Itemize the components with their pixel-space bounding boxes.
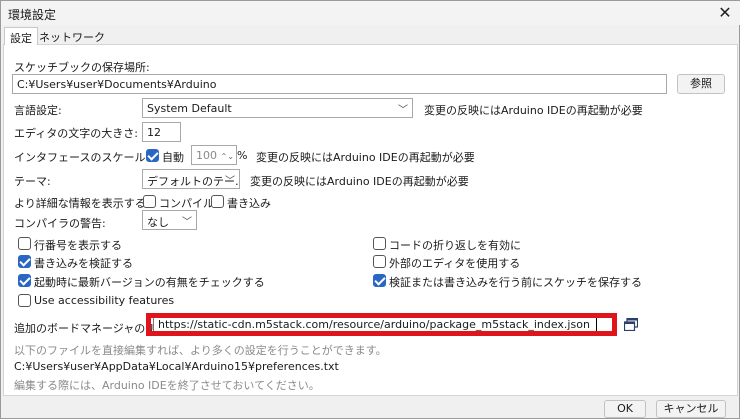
compiler-warnings-value: なし [147, 216, 169, 229]
ui-scale-label: インタフェースのスケール: [14, 151, 150, 164]
ok-button[interactable]: OK [604, 400, 646, 418]
open-window-icon[interactable] [624, 318, 638, 331]
spinner-arrows-icon[interactable]: ⌃⌄ [221, 152, 234, 161]
compiler-warnings-select[interactable]: なし ﹀ [142, 210, 197, 230]
accessibility-checkbox[interactable] [18, 294, 31, 307]
verify-upload-checkbox[interactable] [18, 255, 31, 268]
sketchbook-label: スケッチブックの保存場所: [14, 61, 150, 74]
direct-edit-hint: 以下のファイルを直接編集すれば、より多くの設定を行うことができます。 [14, 344, 387, 357]
external-editor-checkbox[interactable] [373, 255, 386, 268]
code-folding-checkbox[interactable] [373, 237, 386, 250]
language-value: System Default [147, 102, 232, 115]
browse-button[interactable]: 参照 [677, 74, 725, 94]
show-line-numbers-label: 行番号を表示する [34, 239, 122, 252]
ui-scale-percent-input[interactable]: 100 ⌃⌄ [191, 145, 237, 165]
external-editor-label: 外部のエディタを使用する [389, 257, 521, 270]
cancel-button[interactable]: キャンセル [656, 400, 726, 418]
verbose-label: より詳細な情報を表示する: [14, 197, 150, 210]
chevron-down-icon: ﹀ [225, 176, 235, 187]
title-bar: 環境設定 ✕ [1, 1, 740, 25]
compiler-warnings-label: コンパイラの警告: [14, 217, 106, 230]
ui-scale-percent-sign: % [237, 149, 248, 162]
ui-scale-percent-value: 100 [196, 149, 217, 162]
show-line-numbers-checkbox[interactable] [18, 237, 31, 250]
theme-label: テーマ: [14, 175, 51, 188]
accessibility-label: Use accessibility features [34, 294, 175, 307]
save-before-verify-label: 検証または書き込みを行う前にスケッチを保存する [389, 276, 642, 289]
language-restart-note: 変更の反映にはArduino IDEの再起動が必要 [424, 104, 643, 117]
save-before-verify-checkbox[interactable] [373, 274, 386, 287]
theme-restart-note: 変更の反映にはArduino IDEの再起動が必要 [250, 175, 469, 188]
verbose-upload-checkbox[interactable] [211, 195, 224, 208]
code-folding-label: コードの折り返しを有効に [389, 239, 521, 252]
editor-font-size-input[interactable]: 12 [142, 122, 181, 142]
close-ide-note: 編集する際には、Arduino IDEを終了させておいてください。 [14, 379, 320, 392]
sketchbook-path-input[interactable]: C:¥Users¥user¥Documents¥Arduino [12, 74, 667, 94]
tab-settings[interactable]: 設定 [4, 27, 38, 45]
window-title: 環境設定 [8, 8, 57, 22]
check-updates-label: 起動時に最新バージョンの有無をチェックする [34, 276, 265, 289]
theme-select[interactable]: デフォルトのテー… ﹀ [142, 169, 240, 189]
ui-scale-restart-note: 変更の反映にはArduino IDEの再起動が必要 [256, 151, 475, 164]
highlight-box [146, 313, 617, 336]
close-icon[interactable]: ✕ [715, 3, 735, 23]
chevron-down-icon: ﹀ [398, 105, 408, 116]
language-label: 言語設定: [14, 104, 62, 117]
check-updates-checkbox[interactable] [18, 274, 31, 287]
preferences-file-path: C:¥Users¥user¥AppData¥Local¥Arduino15¥pr… [14, 360, 339, 373]
verbose-compile-label: コンパイル [159, 197, 214, 210]
tab-bar: 設定 ネットワーク [1, 25, 740, 45]
tab-network[interactable]: ネットワーク [34, 27, 110, 45]
preferences-dialog: 環境設定 ✕ 設定 ネットワーク スケッチブックの保存場所: C:¥Users¥… [0, 0, 740, 419]
verify-upload-label: 書き込みを検証する [34, 257, 133, 270]
language-select[interactable]: System Default ﹀ [142, 98, 413, 118]
ui-scale-auto-checkbox[interactable] [146, 149, 159, 162]
verbose-upload-label: 書き込み [227, 197, 271, 210]
ui-scale-auto-label: 自動 [162, 151, 184, 164]
editor-font-size-label: エディタの文字の大きさ: [14, 127, 138, 140]
verbose-compile-checkbox[interactable] [143, 195, 156, 208]
chevron-down-icon: ﹀ [182, 217, 192, 228]
